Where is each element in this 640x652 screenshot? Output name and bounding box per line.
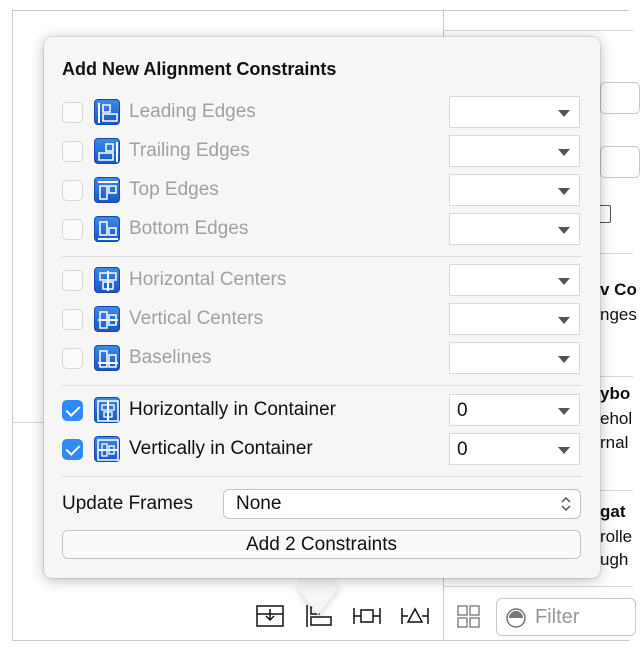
popover-title: Add New Alignment Constraints	[62, 59, 337, 79]
constraint-label: Vertically in Container	[129, 438, 313, 459]
separator	[62, 476, 582, 477]
constraint-checkbox[interactable]	[62, 219, 83, 240]
library-item-title: v Co	[600, 280, 637, 299]
constraint-checkbox[interactable]	[62, 348, 83, 369]
library-item-desc: ugh	[600, 550, 629, 569]
update-frames-select[interactable]: None	[223, 489, 581, 519]
horizontal-centers-icon	[94, 267, 120, 293]
add-alignment-constraints-popover: Add New Alignment Constraints Update Fra…	[44, 37, 600, 578]
constraint-checkbox[interactable]	[62, 141, 83, 162]
horizontal-center-container-icon	[94, 397, 120, 423]
add-constraints-button[interactable]: Add 2 Constraints	[62, 530, 581, 559]
constraint-value-dropdown[interactable]	[449, 135, 580, 167]
constraint-label: Top Edges	[129, 179, 219, 200]
baselines-icon	[94, 345, 120, 371]
library-item-title: gat	[600, 502, 626, 521]
top-edges-icon	[94, 177, 120, 203]
constraint-label: Horizontal Centers	[129, 269, 287, 290]
vertical-centers-icon	[94, 306, 120, 332]
constraint-row: Vertically in Container 0	[62, 433, 582, 465]
update-frames-value: None	[236, 493, 282, 514]
separator	[62, 385, 582, 386]
constraint-row: Top Edges	[62, 174, 582, 206]
constraint-checkbox[interactable]	[62, 180, 83, 201]
library-item-desc: rolle	[600, 527, 633, 546]
pin-icon[interactable]	[352, 604, 382, 633]
trailing-edges-icon	[94, 138, 120, 164]
constraint-row: Horizontally in Container 0	[62, 394, 582, 426]
constraint-label: Leading Edges	[129, 101, 256, 122]
inspector-button[interactable]	[600, 146, 640, 178]
divider	[443, 30, 633, 31]
constraint-value: 0	[457, 400, 468, 421]
vertical-center-container-icon	[94, 436, 120, 462]
constraint-value-dropdown[interactable]	[449, 342, 580, 374]
bottom-edges-icon	[94, 216, 120, 242]
separator	[62, 256, 582, 257]
resolve-issues-icon[interactable]	[400, 604, 430, 633]
constraint-row: Leading Edges	[62, 96, 582, 128]
constraint-value-dropdown[interactable]	[449, 303, 580, 335]
constraint-row: Baselines	[62, 342, 582, 374]
constraint-row: Horizontal Centers	[62, 264, 582, 296]
constraint-row: Trailing Edges	[62, 135, 582, 167]
update-frames-label: Update Frames	[62, 493, 193, 514]
constraint-value-dropdown[interactable]: 0	[449, 433, 580, 465]
constraint-value-dropdown[interactable]	[449, 174, 580, 206]
constraint-row: Bottom Edges	[62, 213, 582, 245]
filter-input[interactable]: Filter	[496, 598, 636, 636]
constraint-value-dropdown[interactable]	[449, 213, 580, 245]
constraint-checkbox[interactable]	[62, 102, 83, 123]
inspector-button[interactable]	[600, 82, 640, 114]
constraint-checkbox[interactable]	[62, 400, 83, 421]
filter-icon	[506, 608, 526, 628]
library-item-title: ybo	[600, 384, 631, 403]
library-item-desc: rnal	[600, 433, 629, 452]
constraint-label: Horizontally in Container	[129, 399, 336, 420]
constraint-label: Vertical Centers	[129, 308, 264, 329]
constraint-value-dropdown[interactable]: 0	[449, 394, 580, 426]
constraint-value-dropdown[interactable]	[449, 96, 580, 128]
constraint-checkbox[interactable]	[62, 439, 83, 460]
constraint-label: Baselines	[129, 347, 212, 368]
constraint-checkbox[interactable]	[62, 270, 83, 291]
library-item-desc: nges	[600, 305, 637, 324]
constraint-checkbox[interactable]	[62, 309, 83, 330]
constraint-value: 0	[457, 439, 468, 460]
chevron-updown-icon	[561, 496, 571, 512]
embed-in-stack-icon[interactable]	[256, 604, 284, 633]
constraint-label: Trailing Edges	[129, 140, 250, 161]
grid-view-icon[interactable]	[457, 605, 481, 634]
constraint-row: Vertical Centers	[62, 303, 582, 335]
library-item-desc: ehol	[600, 409, 633, 428]
leading-edges-icon	[94, 99, 120, 125]
filter-placeholder: Filter	[535, 606, 580, 628]
constraint-value-dropdown[interactable]	[449, 264, 580, 296]
constraint-label: Bottom Edges	[129, 218, 249, 239]
